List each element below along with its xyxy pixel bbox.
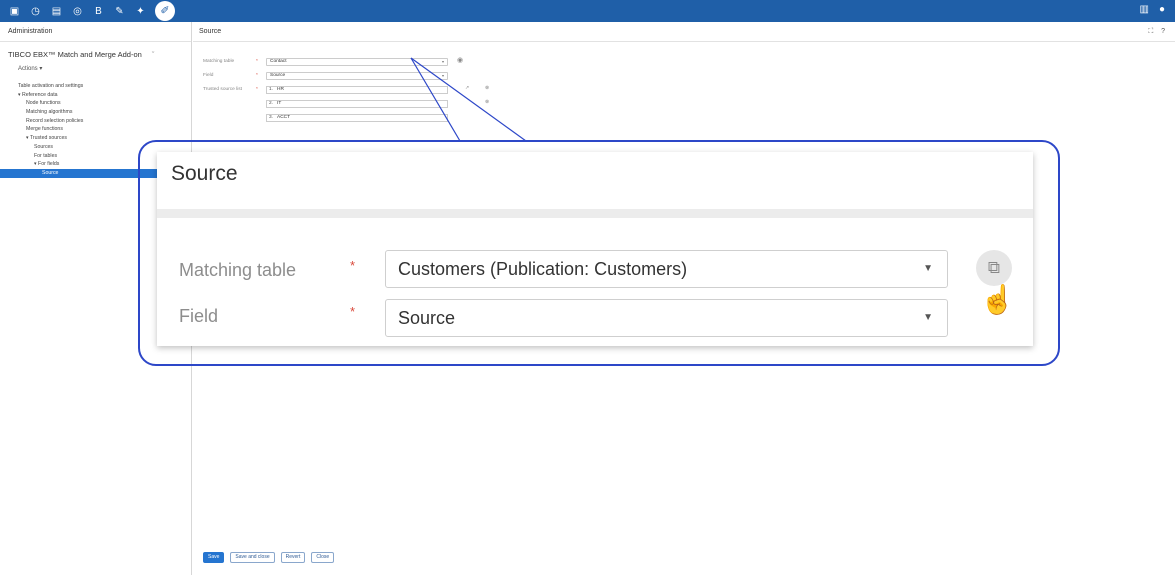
required-mark: * [350,304,356,319]
matching-table-label: Matching table [179,260,297,280]
zoom-title: Source [171,162,238,185]
field-select[interactable]: Source ▼ [385,299,948,337]
divider [157,209,1033,218]
chevron-down-icon: ▼ [923,312,933,323]
chevron-down-icon: ▼ [923,263,933,274]
matching-table-value: Customers (Publication: Customers) [398,259,688,279]
zoomed-form: Source Matching table * Customers (Publi… [157,152,1033,346]
matching-table-select[interactable]: Customers (Publication: Customers) ▼ [385,250,948,288]
zoom-form-body: Matching table * Customers (Publication:… [165,218,1033,346]
field-value: Source [398,308,456,328]
required-mark: * [350,258,356,273]
hand-pointer-icon: ☝ [980,284,1015,315]
field-label: Field [179,306,219,326]
external-link-icon[interactable]: ⧉ [976,250,1012,286]
